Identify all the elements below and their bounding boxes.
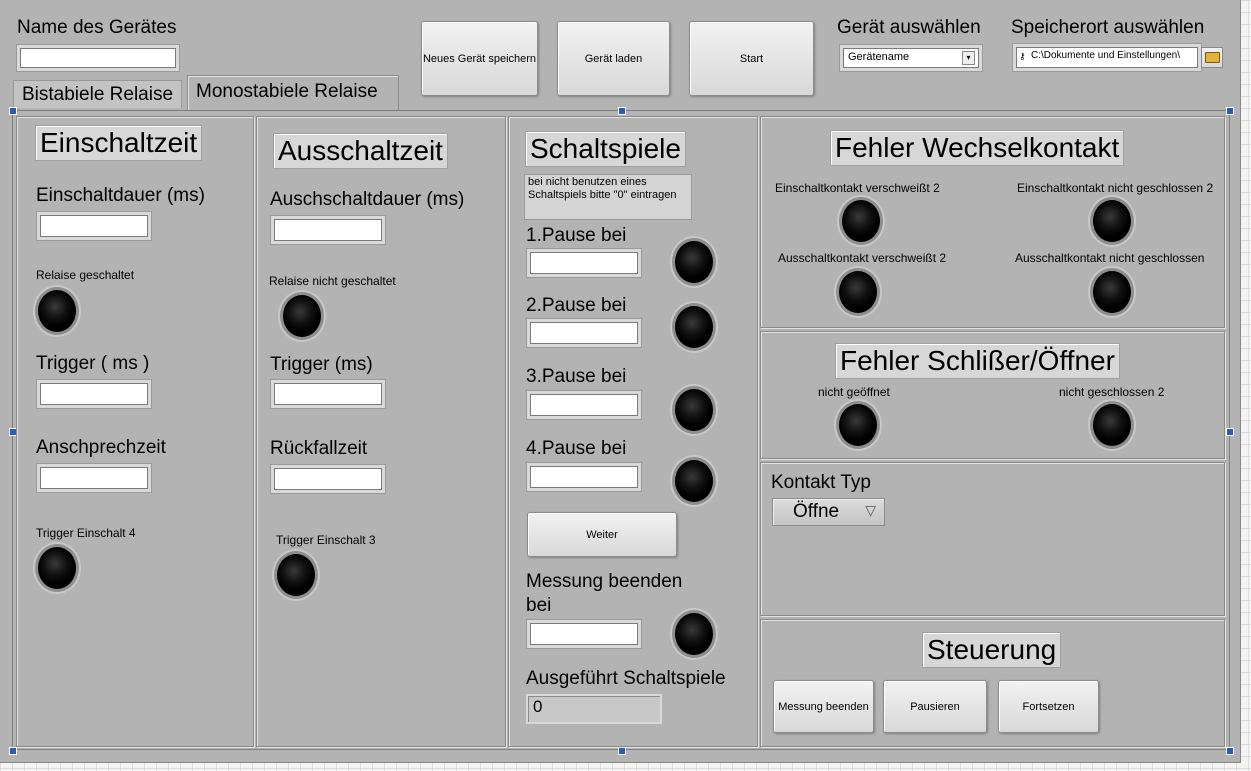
storage-path-value: C:\Dokumente und Einstellungen\: [1031, 50, 1180, 61]
ausschaltdauer-label: Auschschaltdauer (ms): [270, 189, 465, 210]
ansprechzeit-input[interactable]: [40, 467, 148, 489]
storage-location-label: Speicherort auswählen: [1011, 17, 1205, 38]
ausschaltdauer-input[interactable]: [274, 219, 382, 241]
einschalt-trigger-label: Trigger ( ms ): [36, 353, 150, 374]
pause-2-led: [675, 306, 713, 348]
einschalt-trigger-input[interactable]: [40, 383, 148, 405]
rueckfallzeit-input[interactable]: [274, 468, 382, 490]
einschaltzeit-title: Einschaltzeit: [35, 125, 203, 161]
einschaltdauer-label: Einschaltdauer (ms): [36, 185, 205, 206]
nicht-geschlossen-led: [1093, 404, 1131, 446]
selection-handle: [1226, 107, 1234, 115]
ausgefuehrt-schaltspiele-value: 0: [526, 694, 662, 724]
ausschaltkontakt-verschweisst-led: [839, 271, 877, 313]
messung-beenden-bei-input[interactable]: [530, 623, 638, 645]
tab-monostabiele-relaise[interactable]: Monostabiele Relaise: [187, 75, 399, 110]
pause-3-label: 3.Pause bei: [526, 366, 627, 387]
weiter-button[interactable]: Weiter: [527, 512, 677, 557]
chevron-down-icon[interactable]: ▾: [962, 51, 975, 65]
tab-bistabiele-relaise[interactable]: Bistabiele Relaise: [13, 80, 183, 108]
selection-handle: [618, 747, 626, 755]
select-device-dropdown[interactable]: Gerätename ▾: [843, 48, 979, 68]
relaise-nicht-geschaltet-led: [283, 295, 321, 337]
pause-1-input[interactable]: [530, 252, 638, 274]
ausschaltkontakt-nicht-geschlossen-led: [1093, 271, 1131, 313]
fehler-wechselkontakt-title: Fehler Wechselkontakt: [830, 130, 1125, 166]
pausieren-button[interactable]: Pausieren: [883, 680, 987, 733]
trigger-einschalt-4-label: Trigger Einschalt 4: [36, 526, 136, 540]
trigger-einschalt-3-led: [277, 554, 315, 596]
relaise-geschaltet-led: [38, 290, 76, 332]
pause-2-input[interactable]: [530, 322, 638, 344]
kontakt-typ-label: Kontakt Typ: [771, 472, 871, 493]
device-name-input[interactable]: [20, 48, 176, 68]
selection-handle: [9, 747, 17, 755]
load-device-button[interactable]: Gerät laden: [557, 21, 670, 96]
select-device-label: Gerät auswählen: [837, 17, 981, 38]
einschaltkontakt-verschweisst-led: [842, 200, 880, 242]
schaltspiele-note: bei nicht benutzen eines Schaltspiels bi…: [524, 174, 692, 220]
nicht-geoeffnet-label: nicht geöffnet: [818, 385, 890, 399]
selection-handle: [1226, 747, 1234, 755]
relaise-nicht-geschaltet-label: Relaise nicht geschaltet: [269, 274, 396, 288]
trigger-einschalt-3-label: Trigger Einschalt 3: [276, 533, 376, 547]
schaltspiele-title: Schaltspiele: [525, 131, 686, 167]
messung-beenden-led: [675, 613, 713, 655]
ausschaltkontakt-verschweisst-label: Ausschaltkontakt verschweißt 2: [778, 251, 947, 265]
storage-path-field[interactable]: ⚷ C:\Dokumente und Einstellungen\: [1016, 47, 1198, 68]
selection-handle: [618, 107, 626, 115]
einschaltkontakt-nicht-geschlossen-label: Einschaltkontakt nicht geschlossen 2: [1017, 181, 1214, 195]
einschaltzeit-section: [16, 116, 254, 747]
trigger-einschalt-4-led: [38, 547, 76, 589]
ausgefuehrt-schaltspiele-label: Ausgeführt Schaltspiele: [526, 668, 726, 689]
fehler-schliesser-title: Fehler Schlißer/Öffner: [835, 343, 1120, 379]
ausschaltzeit-title: Ausschaltzeit: [273, 133, 448, 169]
pause-2-label: 2.Pause bei: [526, 295, 627, 316]
browse-folder-button[interactable]: [1201, 47, 1223, 68]
pause-3-led: [675, 389, 713, 431]
device-name-label: Name des Gerätes: [17, 17, 177, 38]
rueckfallzeit-label: Rückfallzeit: [270, 438, 368, 459]
kontakt-typ-select[interactable]: Öffne ▽: [772, 498, 885, 526]
pause-1-label: 1.Pause bei: [526, 225, 627, 246]
pause-4-label: 4.Pause bei: [526, 438, 627, 459]
pause-4-led: [675, 460, 713, 502]
ausschalt-trigger-label: Trigger (ms): [270, 354, 373, 375]
ausschalt-trigger-input[interactable]: [274, 383, 382, 405]
nicht-geschlossen-label: nicht geschlossen 2: [1059, 385, 1165, 399]
save-device-button[interactable]: Neues Gerät speichern: [421, 21, 538, 96]
fortsetzen-button[interactable]: Fortsetzen: [998, 680, 1099, 733]
kontakt-typ-value: Öffne: [793, 501, 840, 522]
nicht-geoeffnet-led: [839, 404, 877, 446]
start-button[interactable]: Start: [689, 21, 814, 96]
pause-3-input[interactable]: [530, 394, 638, 416]
ausschaltkontakt-nicht-geschlossen-label: Ausschaltkontakt nicht geschlossen: [1015, 251, 1205, 265]
einschaltkontakt-verschweisst-label: Einschaltkontakt verschweißt 2: [775, 181, 940, 195]
path-type-icon: ⚷: [1019, 51, 1026, 61]
selection-handle: [9, 107, 17, 115]
messung-beenden-button[interactable]: Messung beenden: [773, 680, 874, 733]
pause-1-led: [675, 241, 713, 283]
selection-handle: [1226, 428, 1234, 436]
triangle-down-icon: ▽: [865, 502, 876, 518]
pause-4-input[interactable]: [530, 466, 638, 488]
einschaltkontakt-nicht-geschlossen-led: [1093, 200, 1131, 242]
relaise-geschaltet-label: Relaise geschaltet: [36, 268, 135, 282]
select-device-value: Gerätename: [848, 51, 910, 63]
steuerung-title: Steuerung: [922, 632, 1062, 668]
folder-icon: [1204, 52, 1220, 63]
messung-beenden-bei-label: Messung beenden bei: [526, 571, 683, 616]
einschaltdauer-input[interactable]: [40, 215, 148, 237]
ansprechzeit-label: Anschprechzeit: [36, 437, 166, 458]
